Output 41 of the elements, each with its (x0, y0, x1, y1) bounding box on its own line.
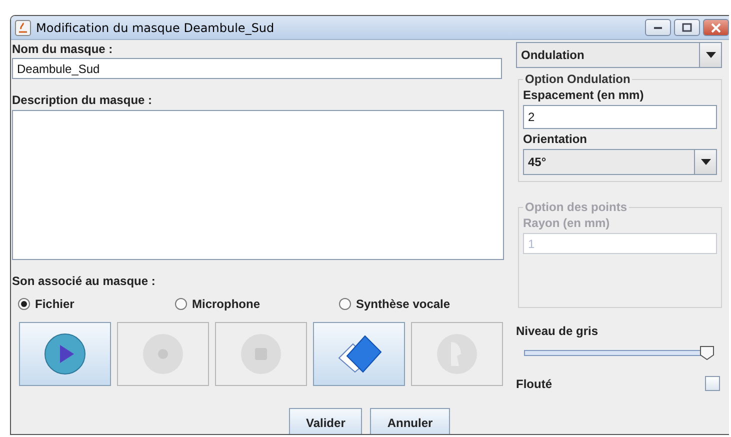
record-icon (141, 332, 185, 376)
field-label: Description du masque : (12, 93, 154, 107)
validate-button[interactable]: Valider (289, 408, 362, 434)
dropdown-arrow-button[interactable] (694, 150, 716, 174)
field-label: Nom du masque : (12, 42, 114, 56)
close-icon (711, 22, 721, 32)
field-label: Orientation (523, 132, 588, 146)
stop-icon (239, 332, 283, 376)
radio-option[interactable]: Microphone (175, 294, 339, 314)
radio-option[interactable]: Synthèse vocale (339, 294, 469, 314)
radio-option[interactable]: Fichier (18, 294, 175, 314)
window-title: Modification du masque Deambule_Sud (36, 20, 276, 34)
close-button[interactable] (703, 19, 729, 36)
play-icon (43, 332, 87, 376)
caret-icon (700, 159, 710, 165)
shade-level-label: Niveau de gris (516, 324, 600, 338)
java-icon (15, 20, 31, 36)
spacing-input-field[interactable]: 2 (523, 105, 717, 129)
name-input-field[interactable]: Deambule_Sud (12, 58, 502, 79)
section-label: Son associé au masque : (12, 274, 156, 288)
minimize-button[interactable] (645, 19, 671, 36)
blur-label: Flouté (516, 376, 552, 390)
caret-icon (706, 52, 716, 58)
group-title: Option Ondulation (524, 72, 632, 86)
orientation-dropdown[interactable]: 45° (523, 149, 717, 175)
minimize-icon (653, 26, 663, 30)
dropdown-arrow-button[interactable] (699, 43, 721, 67)
group-title: Option des points (524, 200, 628, 214)
radio-button[interactable] (18, 298, 30, 310)
slider-thumb[interactable] (700, 345, 714, 359)
field-label: Espacement (en mm) (523, 88, 645, 102)
radio-button[interactable] (339, 298, 351, 310)
field-label: Rayon (en mm) (523, 216, 611, 230)
radio-button[interactable] (175, 298, 187, 310)
open-button[interactable] (313, 322, 405, 386)
maximize-icon (682, 23, 692, 32)
mask-type-dropdown[interactable]: Ondulation (516, 42, 722, 68)
maximize-button[interactable] (674, 19, 700, 36)
cancel-button[interactable]: Annuler (370, 408, 450, 434)
play-button[interactable] (19, 322, 111, 386)
blur-checkbox[interactable] (705, 376, 720, 391)
